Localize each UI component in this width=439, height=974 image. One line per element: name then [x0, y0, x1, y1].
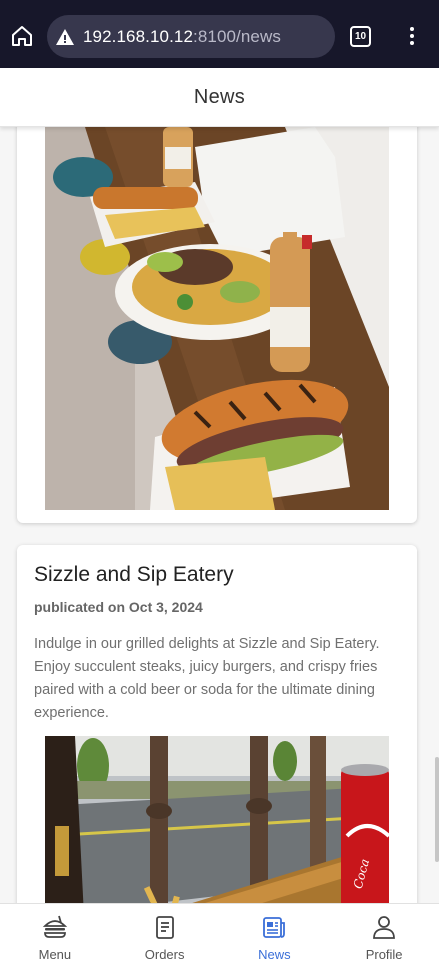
- clipboard-icon: [152, 914, 178, 945]
- url-text[interactable]: 192.168.10.12:8100/news: [83, 27, 281, 47]
- news-body: Indulge in our grilled delights at Sizzl…: [34, 636, 380, 721]
- news-image: Coca: [45, 736, 389, 903]
- newspaper-icon: [261, 914, 287, 945]
- scrollbar[interactable]: [435, 757, 439, 862]
- news-title: Sizzle and Sip Eatery: [34, 563, 234, 586]
- nav-label-orders: Orders: [144, 947, 185, 962]
- home-icon[interactable]: [10, 24, 34, 48]
- address-bar[interactable]: 192.168.10.12:8100/news: [47, 15, 335, 58]
- news-image: [45, 127, 389, 510]
- nav-label-menu: Menu: [38, 947, 72, 962]
- nav-item-profile[interactable]: Profile: [329, 904, 439, 974]
- app-header: News: [0, 68, 439, 127]
- browser-toolbar: 192.168.10.12:8100/news 10: [0, 0, 439, 68]
- more-options-icon[interactable]: [402, 24, 422, 48]
- news-card[interactable]: Sizzle and Sip Eatery publicated on Oct …: [17, 545, 417, 903]
- burger-icon: [42, 914, 68, 945]
- nav-item-orders[interactable]: Orders: [110, 904, 220, 974]
- bottom-nav: Menu Orders News Profile: [0, 903, 439, 974]
- news-card[interactable]: [17, 127, 417, 523]
- page-title: News: [193, 85, 246, 108]
- nav-item-news[interactable]: News: [220, 904, 330, 974]
- url-host: 192.168.10.12: [83, 26, 194, 46]
- nav-item-menu[interactable]: Menu: [0, 904, 110, 974]
- news-feed[interactable]: Sizzle and Sip Eatery publicated on Oct …: [0, 127, 439, 903]
- news-date: publicated on Oct 3, 2024: [34, 599, 203, 615]
- nav-label-news: News: [258, 947, 291, 962]
- warning-icon[interactable]: [55, 27, 75, 47]
- person-icon: [371, 914, 397, 945]
- tab-switcher-button[interactable]: 10: [350, 26, 371, 47]
- url-path: :8100/news: [193, 26, 281, 46]
- nav-label-profile: Profile: [365, 947, 403, 962]
